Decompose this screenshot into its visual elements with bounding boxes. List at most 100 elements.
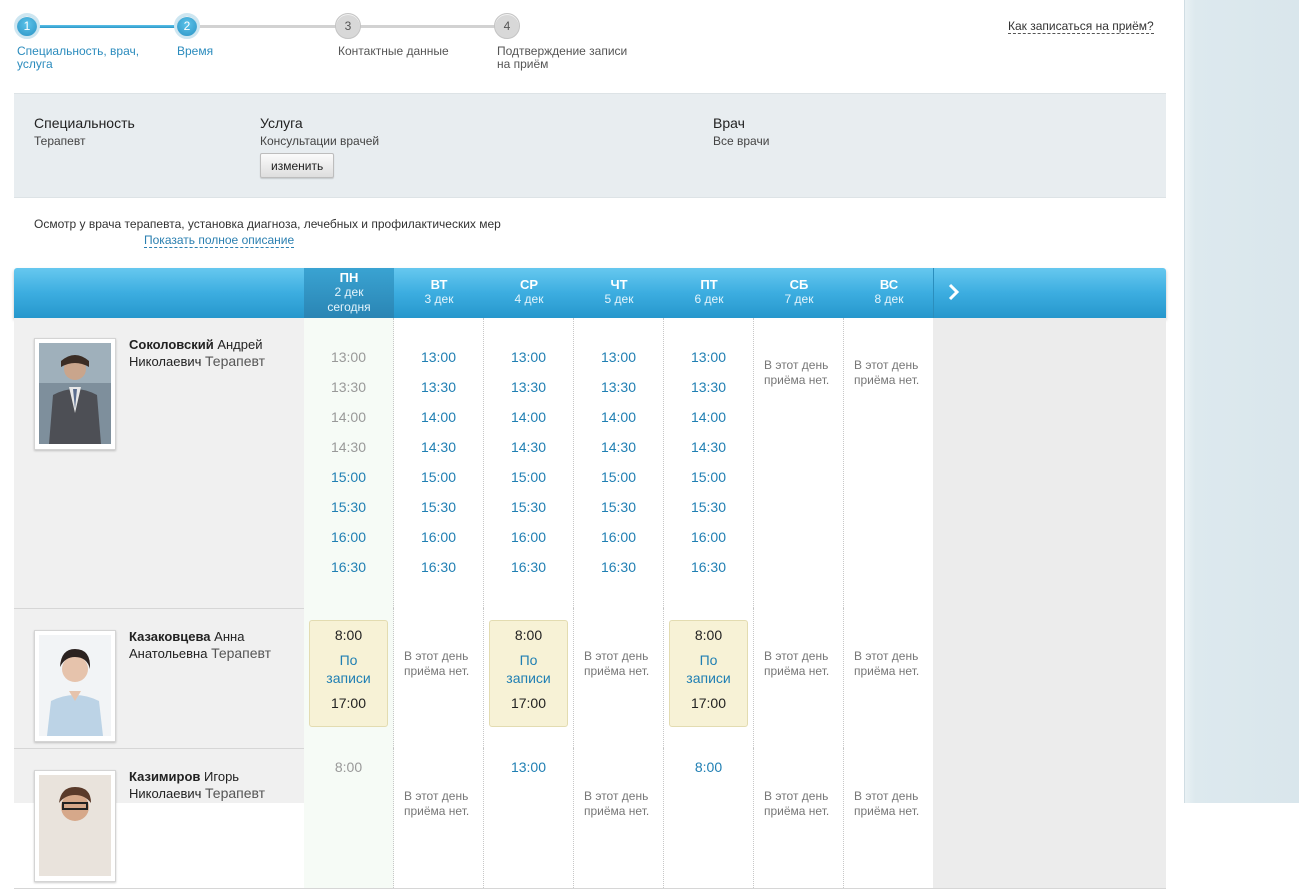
by-appointment-link[interactable]: По записи [320, 651, 377, 687]
step-1-label[interactable]: Специальность, врач, услуга [17, 45, 157, 71]
time-slot: 8:00 [334, 759, 363, 775]
no-reception-text: В этот день приёма нет. [854, 789, 920, 818]
day-date: 6 дек [694, 292, 724, 306]
time-slot[interactable]: 14:00 [484, 402, 573, 432]
time-slot[interactable]: 13:30 [574, 372, 663, 402]
day-date: 2 дек [334, 285, 364, 299]
day-name: ПТ [700, 277, 718, 292]
day-name: ВС [879, 277, 899, 292]
time-slot[interactable]: 14:30 [664, 432, 753, 462]
day-date: 8 дек [874, 292, 904, 306]
time-slot[interactable]: 16:00 [394, 522, 483, 552]
specialty-title: Специальность [34, 115, 135, 131]
time-slot[interactable]: 8:00 [664, 752, 753, 782]
how-to-book-link[interactable]: Как записаться на приём? [1008, 19, 1154, 34]
time-slot[interactable]: 16:30 [484, 552, 573, 582]
doctor-block: Врач Все врачи [713, 115, 769, 149]
progress-steps: 1 Специальность, врач, услуга 2 Время 3 … [0, 0, 1184, 90]
time-slot[interactable]: 14:00 [394, 402, 483, 432]
doctor-name[interactable]: Казаковцева Анна Анатольевна Терапевт [129, 629, 289, 662]
time-slot[interactable]: 14:30 [394, 432, 483, 462]
no-reception-text: В этот день приёма нет. [584, 649, 650, 678]
time-slot[interactable]: 16:30 [394, 552, 483, 582]
day-name: СБ [789, 277, 809, 292]
by-appointment-link[interactable]: По записи [680, 651, 737, 687]
day-cell: В этот день приёма нет. [844, 608, 934, 748]
step-1-circle[interactable]: 1 [14, 13, 40, 39]
day-cell: В этот день приёма нет. [394, 608, 484, 748]
change-button[interactable]: изменить [260, 153, 335, 178]
time-slot[interactable]: 16:00 [664, 522, 753, 552]
time-slot[interactable]: 16:00 [574, 522, 663, 552]
walk-in-box: 8:00 По записи 17:00 [669, 620, 748, 727]
time-slot[interactable]: 15:30 [664, 492, 753, 522]
time-slot[interactable]: 14:00 [664, 402, 753, 432]
day-cell: 8:00 [664, 748, 754, 888]
time-slot[interactable]: 13:00 [394, 342, 483, 372]
time-slot[interactable]: 13:00 [574, 342, 663, 372]
time-slot[interactable]: 13:00 [484, 752, 573, 782]
walk-in-box: 8:00 По записи 17:00 [489, 620, 568, 727]
day-date: 3 дек [424, 292, 454, 306]
next-week-button[interactable] [933, 268, 974, 318]
time-slot[interactable]: 15:00 [304, 462, 393, 492]
time-slot[interactable]: 13:30 [394, 372, 483, 402]
day-header-6: ВС 8 дек [844, 268, 934, 318]
day-cell: В этот день приёма нет. [394, 748, 484, 888]
step-3-circle: 3 [335, 13, 361, 39]
day-name: ЧТ [610, 277, 628, 292]
day-name: ПН [339, 270, 359, 285]
step-4-label: Подтверждение записи на приём [497, 44, 628, 71]
by-appointment-link[interactable]: По записи [500, 651, 557, 687]
time-slot[interactable]: 14:00 [574, 402, 663, 432]
service-description: Осмотр у врача терапевта, установка диаг… [34, 217, 501, 231]
time-slot[interactable]: 13:00 [664, 342, 753, 372]
no-reception-text: В этот день приёма нет. [854, 358, 920, 387]
time-slot[interactable]: 16:00 [484, 522, 573, 552]
day-date: 4 дек [514, 292, 544, 306]
time-slot[interactable]: 16:30 [574, 552, 663, 582]
time-slot[interactable]: 15:00 [574, 462, 663, 492]
no-reception-text: В этот день приёма нет. [764, 789, 830, 818]
time-slot[interactable]: 13:30 [484, 372, 573, 402]
time-slot[interactable]: 15:00 [394, 462, 483, 492]
doctor-title: Врач [713, 115, 745, 131]
show-full-description-link[interactable]: Показать полное описание [144, 233, 295, 248]
time-slot[interactable]: 16:00 [304, 522, 393, 552]
day-cell: 8:00 По записи 17:00 [304, 608, 394, 748]
doctor-specialty: Терапевт [211, 645, 272, 661]
time-slot[interactable]: 14:30 [484, 432, 573, 462]
day-cell: В этот день приёма нет. [754, 318, 844, 608]
time-slot[interactable]: 16:30 [304, 552, 393, 582]
service-value: Консультации врачей [260, 134, 380, 148]
time-slot[interactable]: 15:30 [304, 492, 393, 522]
doctor-row: Казаковцева Анна Анатольевна Терапевт 8:0… [14, 608, 1166, 749]
queue-end-time: 17:00 [330, 695, 367, 711]
time-slot[interactable]: 15:00 [664, 462, 753, 492]
time-slot: 14:30 [330, 439, 367, 455]
time-slot[interactable]: 16:30 [664, 552, 753, 582]
time-slot[interactable]: 15:30 [484, 492, 573, 522]
step-2-label[interactable]: Время [177, 45, 213, 58]
day-name: ВТ [430, 277, 448, 292]
time-slot[interactable]: 13:30 [664, 372, 753, 402]
right-sidebar [1184, 0, 1299, 803]
time-slot[interactable]: 15:30 [394, 492, 483, 522]
day-header-5: СБ 7 дек [754, 268, 844, 318]
no-reception-text: В этот день приёма нет. [404, 649, 470, 678]
day-cell: 13:00 13:30 14:00 14:30 15:00 15:30 16:00 16:30 [664, 318, 754, 608]
step-3-label: Контактные данные [338, 44, 449, 58]
day-header-1: ВТ 3 дек [394, 268, 484, 318]
time-slot[interactable]: 15:00 [484, 462, 573, 492]
doctor-name[interactable]: Казимиров Игорь Николаевич Терапевт [129, 769, 289, 802]
doctor-name[interactable]: Соколовский Андрей Николаевич Терапевт [129, 337, 289, 370]
time-slot[interactable]: 15:30 [574, 492, 663, 522]
time-slot[interactable]: 13:00 [484, 342, 573, 372]
today-note: сегодня [327, 300, 371, 314]
time-slot[interactable]: 14:30 [574, 432, 663, 462]
doctor-specialty: Терапевт [205, 353, 266, 369]
day-cell: В этот день приёма нет. [574, 608, 664, 748]
day-cell: 8:00 По записи 17:00 [664, 608, 754, 748]
day-header-2: СР 4 дек [484, 268, 574, 318]
step-2-circle[interactable]: 2 [174, 13, 200, 39]
